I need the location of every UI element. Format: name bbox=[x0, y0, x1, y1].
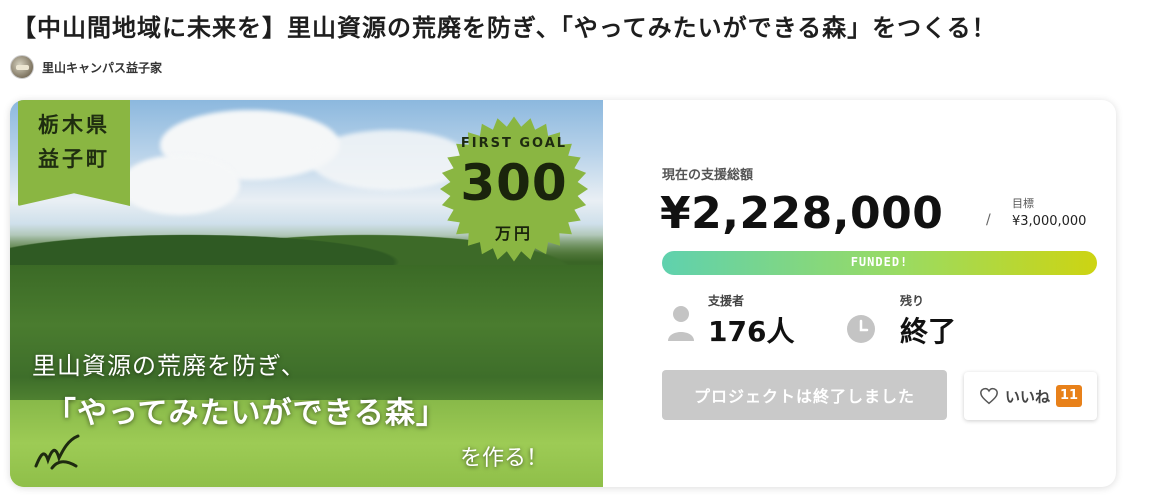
clock-icon bbox=[847, 315, 875, 343]
owner-name[interactable]: 里山キャンパス益子家 bbox=[42, 59, 162, 76]
prefecture-line2: 益子町 bbox=[38, 147, 110, 171]
remaining-value: 終了 bbox=[900, 315, 957, 348]
project-ended-button[interactable]: プロジェクトは終了しました bbox=[662, 370, 947, 420]
badge-heading: FIRST GOAL bbox=[460, 136, 568, 151]
hero-image: 栃木県 益子町 FIRST GOAL 300 万円 里山資源の荒廃を防ぎ、 「や… bbox=[10, 100, 603, 487]
total-amount: ¥2,228,000 bbox=[660, 188, 944, 239]
funded-status: FUNDED! bbox=[850, 255, 909, 269]
funding-panel: 現在の支援総額 ¥2,228,000 / 目標 ¥3,000,000 FUNDE… bbox=[660, 100, 1102, 487]
prefecture-banner: 栃木県 益子町 bbox=[18, 100, 130, 206]
project-owner[interactable]: 里山キャンパス益子家 bbox=[10, 55, 162, 79]
heart-icon bbox=[980, 387, 998, 405]
total-label: 現在の支援総額 bbox=[662, 168, 754, 183]
hero-cloud bbox=[120, 155, 240, 215]
remaining-label: 残り bbox=[900, 294, 925, 308]
hero-tagline-line3: を作る！ bbox=[460, 446, 549, 471]
goal-amount: ¥3,000,000 bbox=[1012, 214, 1087, 229]
person-icon bbox=[668, 306, 694, 341]
backers-label: 支援者 bbox=[708, 294, 745, 308]
like-label: いいね bbox=[1004, 387, 1050, 406]
badge-amount: 300 bbox=[460, 154, 568, 212]
goal-label: 目標 bbox=[1012, 197, 1034, 210]
hero-tagline-line2: 「やってみたいができる森」 bbox=[46, 396, 447, 431]
owner-avatar[interactable] bbox=[10, 55, 34, 79]
like-button[interactable]: いいね 11 bbox=[964, 372, 1097, 420]
badge-unit: 万円 bbox=[494, 224, 533, 243]
funding-progress-bar: FUNDED! bbox=[662, 251, 1097, 275]
backers-value: 176人 bbox=[708, 315, 795, 348]
first-goal-badge: FIRST GOAL 300 万円 bbox=[426, 114, 602, 264]
like-count-badge: 11 bbox=[1055, 385, 1083, 407]
hero-tagline-line1: 里山資源の荒廃を防ぎ、 bbox=[32, 352, 306, 380]
project-card: 栃木県 益子町 FIRST GOAL 300 万円 里山資源の荒廃を防ぎ、 「や… bbox=[10, 100, 1116, 487]
prefecture-line1: 栃木県 bbox=[38, 113, 110, 137]
brand-logo-icon bbox=[34, 434, 80, 470]
project-title: 【中山間地域に未来を】里山資源の荒廃を防ぎ、「やってみたいができる森」をつくる！ bbox=[12, 14, 997, 42]
amount-separator: / bbox=[986, 212, 991, 228]
